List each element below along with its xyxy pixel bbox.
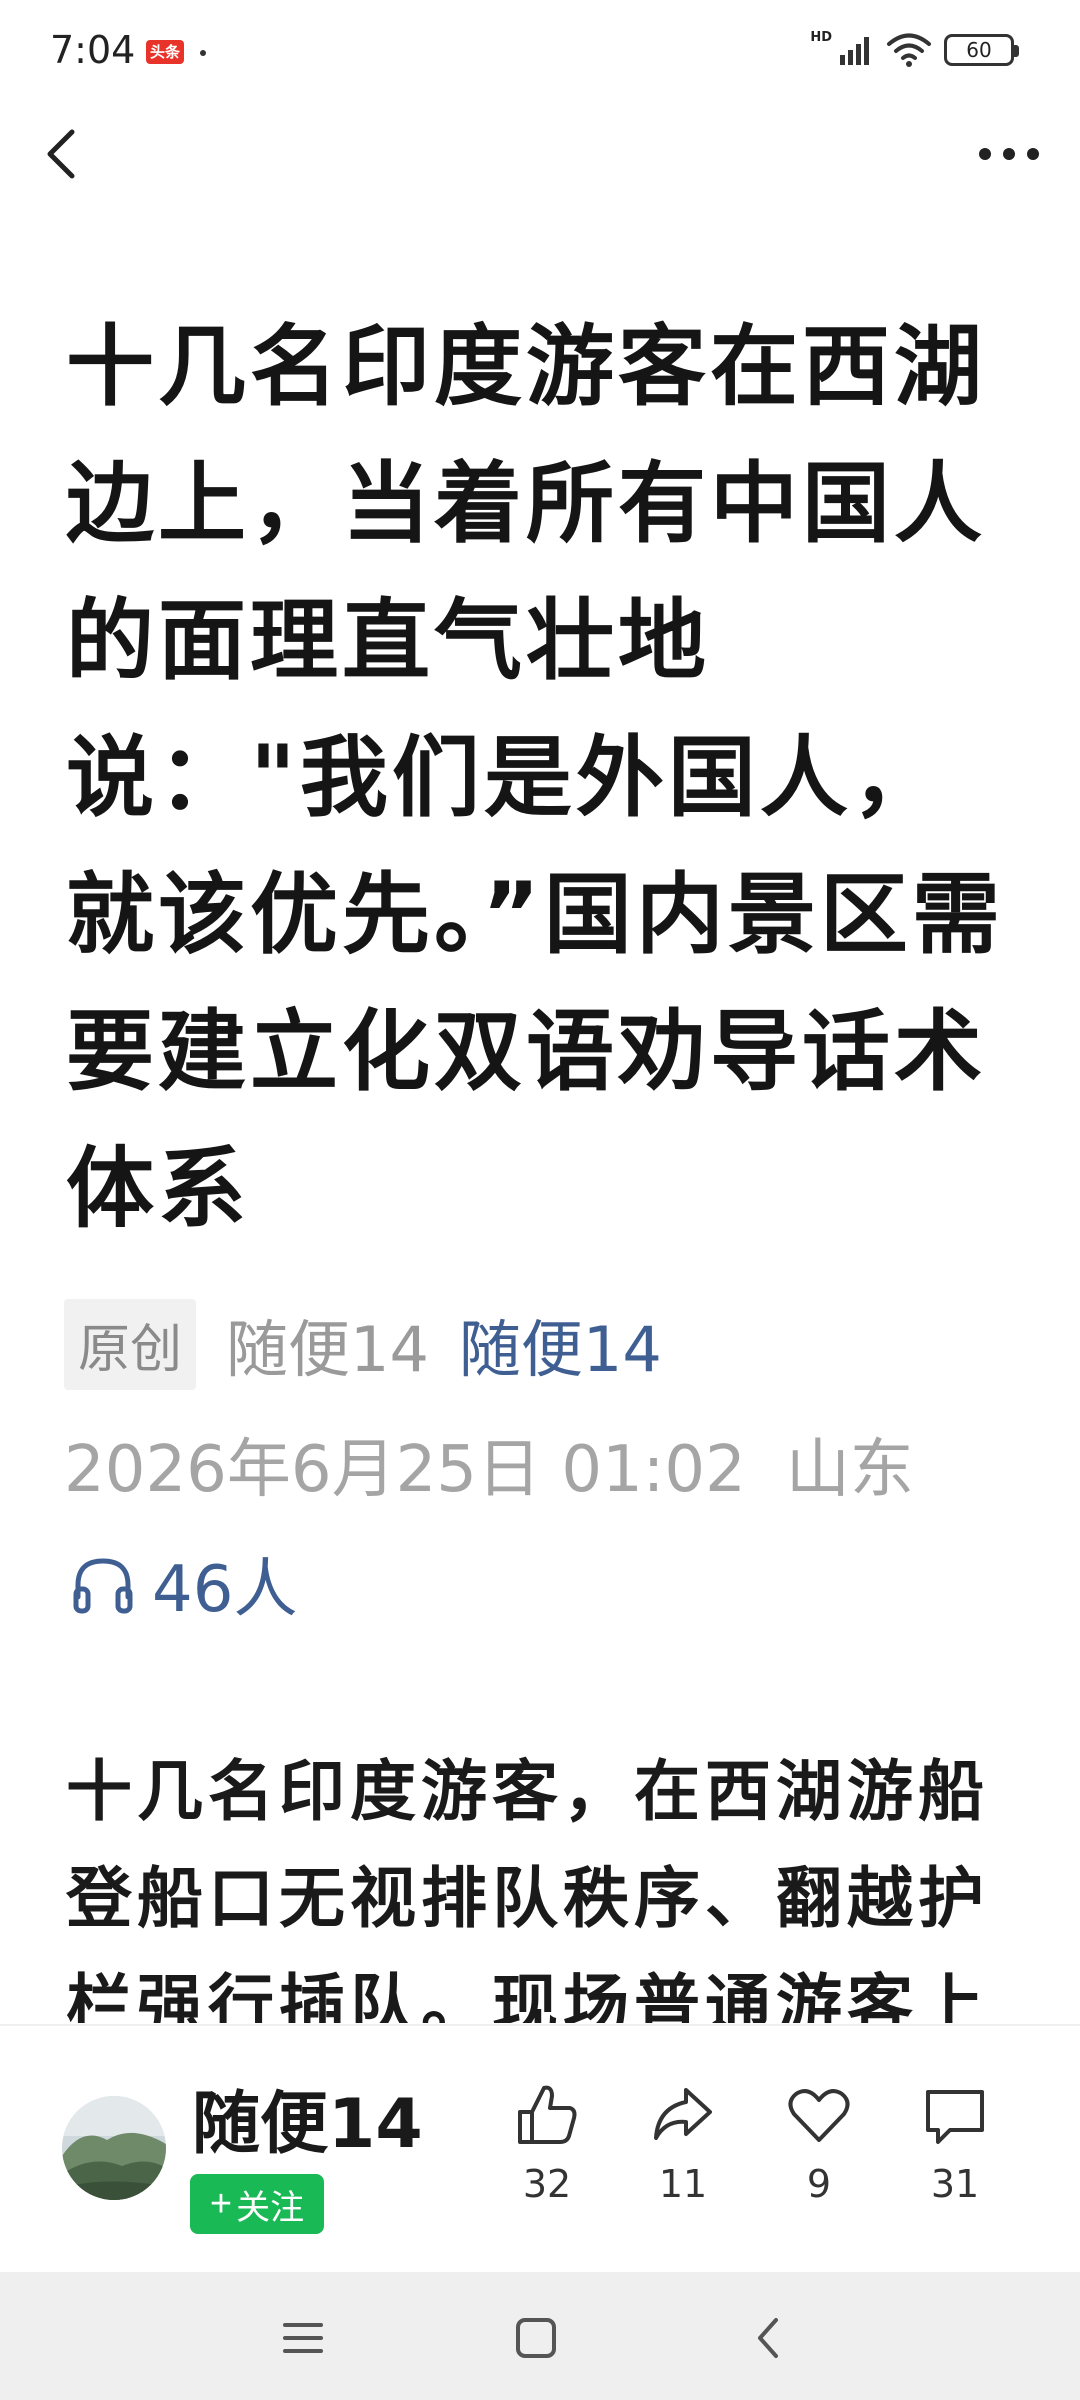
share-button[interactable]: 11 [628, 2080, 738, 2206]
article-title: 十几名印度游客在西湖边上，当着所有中国人的面理直气壮地说："我们是外国人，就该优… [66, 315, 1004, 1240]
signal-icon [840, 37, 869, 65]
status-icons: HD 60 [810, 30, 1019, 70]
heart-icon [788, 2089, 850, 2142]
back-nav-icon[interactable] [740, 2308, 800, 2368]
follow-button[interactable]: + 关注 [190, 2174, 324, 2234]
app-notification-badge: 头条 [146, 40, 184, 64]
listen-button[interactable]: 46人 [70, 1538, 297, 1630]
share-count: 11 [658, 2162, 708, 2206]
notification-dot [200, 50, 206, 56]
author-avatar[interactable] [62, 2096, 166, 2200]
menu-icon[interactable] [273, 2308, 333, 2368]
listener-count: 46人 [152, 1553, 298, 1627]
publish-date: 2026年6月25日 01:02 [64, 1433, 746, 1507]
home-icon[interactable] [506, 2308, 566, 2368]
status-time: 7:04 [50, 28, 136, 72]
favorite-button[interactable]: 9 [764, 2080, 874, 2206]
like-icon [518, 2085, 577, 2144]
follow-label: 关注 [236, 2188, 305, 2227]
system-nav-bar [0, 2272, 1080, 2400]
original-tag: 原创 [64, 1298, 197, 1390]
favorite-count: 9 [806, 2162, 832, 2206]
author-link[interactable]: 随便14 [459, 1299, 662, 1389]
battery-indicator: 60 [944, 34, 1019, 66]
article-body: 十几名印度游客，在西湖游船登船口无视排队秩序、翻越护栏强行插队。现场普通游客上 [66, 1753, 989, 2023]
source-name: 随便14 [226, 1313, 429, 1386]
publish-location: 山东 [785, 1433, 914, 1507]
status-bar: 7:04 头条 HD 60 [0, 0, 1080, 100]
author-name[interactable]: 随便14 [192, 2068, 423, 2167]
publish-info: 2026年6月25日 01:02 山东 [64, 1418, 914, 1510]
share-icon [654, 2088, 712, 2140]
comment-icon [926, 2090, 984, 2144]
wifi-icon [887, 33, 931, 67]
headphones-icon [73, 1558, 133, 1614]
hd-label: HD [810, 30, 832, 45]
like-count: 32 [522, 2162, 572, 2206]
nav-bar [0, 110, 1080, 200]
comment-count: 31 [930, 2162, 980, 2206]
article-meta: 原创 随便14 随便14 [64, 1298, 662, 1390]
bottom-action-bar: 随便14 + 关注 32 11 9 31 [0, 2024, 1080, 2272]
like-button[interactable]: 32 [492, 2080, 602, 2206]
back-icon[interactable] [36, 124, 96, 184]
more-icon[interactable] [974, 134, 1044, 174]
comment-button[interactable]: 31 [900, 2080, 1010, 2206]
plus-icon: + [209, 2183, 233, 2225]
